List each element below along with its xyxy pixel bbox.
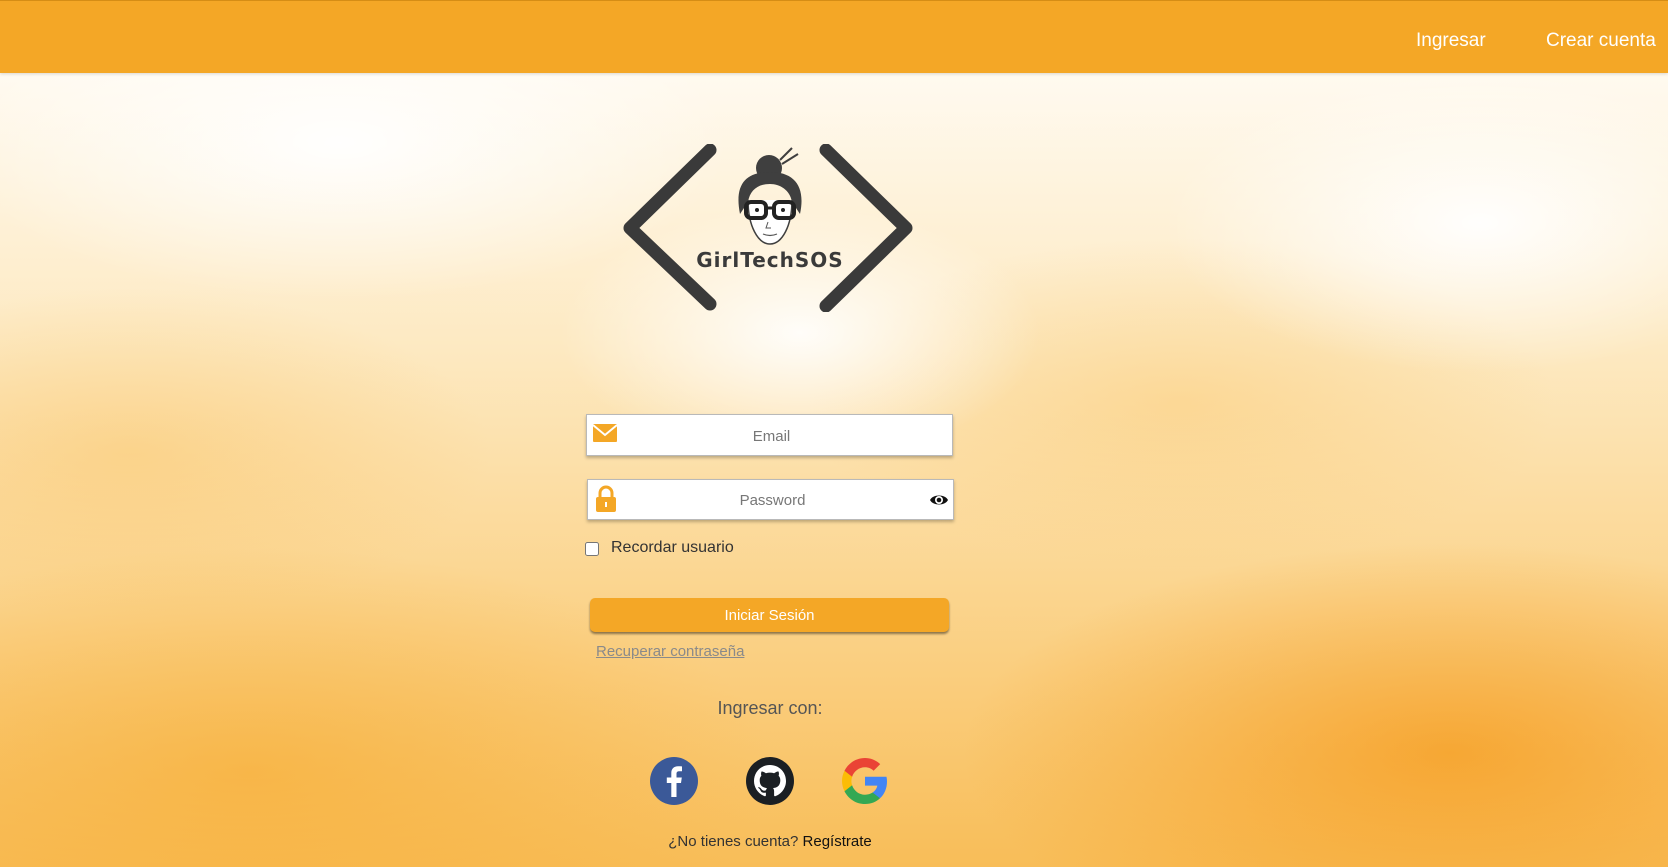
- nav-create-account-link[interactable]: Crear cuenta: [1546, 30, 1656, 52]
- envelope-icon: [592, 424, 618, 442]
- logo-text: GirlTechSOS: [696, 248, 843, 272]
- email-field-wrapper: [586, 414, 953, 457]
- woman-face-icon: [738, 147, 802, 245]
- email-input[interactable]: [623, 415, 920, 457]
- social-login-title: Ingresar con:: [717, 698, 823, 718]
- girltechsos-logo: GirlTechSOS: [623, 144, 913, 312]
- login-button[interactable]: Iniciar Sesión: [590, 598, 949, 632]
- signup-prompt-text: ¿No tienes cuenta?: [668, 833, 799, 850]
- remember-user-label[interactable]: Recordar usuario: [611, 539, 734, 557]
- nav-login-link[interactable]: Ingresar: [1416, 30, 1486, 52]
- google-icon[interactable]: [840, 756, 890, 806]
- password-input[interactable]: [624, 480, 921, 521]
- recover-password-link[interactable]: Recuperar contraseña: [596, 643, 744, 660]
- remember-user-checkbox[interactable]: [585, 542, 599, 556]
- github-icon[interactable]: [745, 756, 795, 806]
- lock-icon: [596, 485, 616, 512]
- facebook-icon[interactable]: [649, 756, 699, 806]
- signup-link[interactable]: Regístrate: [803, 833, 872, 850]
- eye-icon[interactable]: [929, 491, 949, 509]
- signup-prompt: ¿No tienes cuenta? Regístrate: [560, 833, 980, 850]
- password-field-wrapper: [587, 479, 954, 521]
- top-navbar: Ingresar Crear cuenta: [0, 0, 1668, 73]
